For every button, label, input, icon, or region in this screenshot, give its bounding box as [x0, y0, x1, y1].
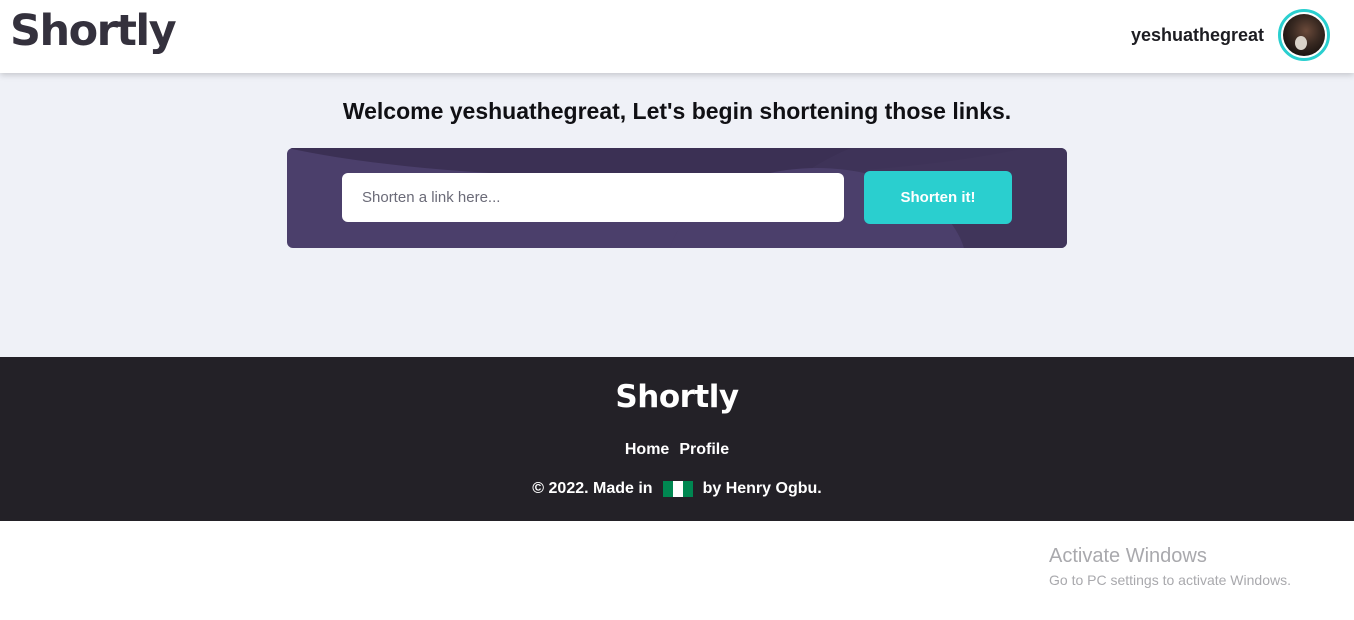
- footer-nav: Home Profile: [0, 441, 1354, 459]
- main-content: Welcome yeshuathegreat, Let's begin shor…: [0, 73, 1354, 357]
- site-header: Shortly yeshuathegreat: [0, 0, 1354, 73]
- nigeria-flag-icon: [662, 481, 693, 497]
- logo[interactable]: Shortly: [10, 6, 177, 56]
- shorten-form: Shorten it!: [287, 148, 1067, 248]
- footer-logo[interactable]: Shortly: [0, 379, 1354, 415]
- link-input[interactable]: [342, 173, 844, 222]
- author-text: by Henry Ogbu.: [702, 480, 822, 497]
- user-menu[interactable]: yeshuathegreat: [1131, 9, 1330, 61]
- footer-copyright: © 2022. Made in by Henry Ogbu.: [0, 480, 1354, 498]
- username[interactable]: yeshuathegreat: [1131, 25, 1264, 46]
- welcome-heading: Welcome yeshuathegreat, Let's begin shor…: [342, 98, 1012, 124]
- watermark-title: Activate Windows: [1049, 545, 1207, 567]
- avatar-image: [1283, 14, 1325, 56]
- avatar[interactable]: [1278, 9, 1330, 61]
- footer-link-home[interactable]: Home: [625, 441, 669, 459]
- shorten-button[interactable]: Shorten it!: [864, 171, 1012, 224]
- site-footer: Shortly Home Profile © 2022. Made in by …: [0, 357, 1354, 521]
- copyright-text: © 2022. Made in: [532, 480, 653, 497]
- footer-link-profile[interactable]: Profile: [679, 441, 729, 459]
- watermark-subtitle: Go to PC settings to activate Windows.: [1049, 572, 1291, 588]
- activate-windows-watermark: Activate Windows Go to PC settings to ac…: [1049, 545, 1291, 588]
